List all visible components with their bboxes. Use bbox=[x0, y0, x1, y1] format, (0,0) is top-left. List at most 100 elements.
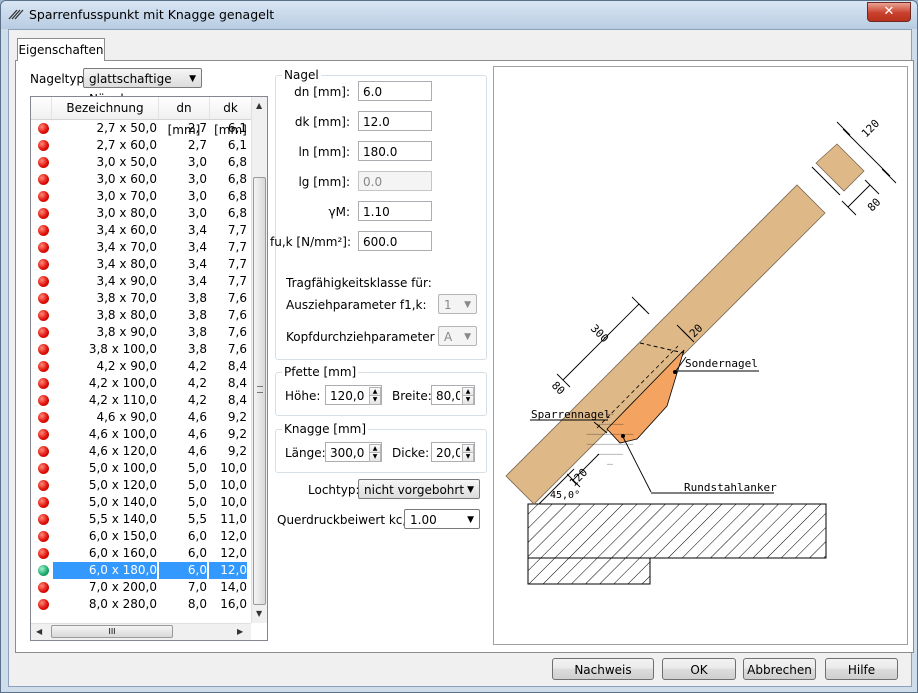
table-row[interactable]: 4,6 x 100,0 4,6 9,2 bbox=[31, 426, 251, 443]
spin-down-icon[interactable]: ▼ bbox=[369, 452, 381, 462]
close-button[interactable]: ✕ bbox=[867, 2, 911, 22]
vertical-scroll-thumb[interactable] bbox=[253, 177, 266, 605]
cell-dn: 3,8 bbox=[187, 342, 207, 356]
nagel-field-input[interactable]: 6.0 bbox=[358, 81, 432, 101]
table-row[interactable]: 5,5 x 140,0 5,5 11,0 bbox=[31, 511, 251, 528]
laenge-spinner[interactable]: ▲ ▼ bbox=[367, 442, 382, 462]
auszieh-select[interactable]: 1 ▼ bbox=[438, 294, 477, 314]
scroll-up-icon[interactable]: ▲ bbox=[256, 101, 262, 110]
table-row[interactable]: 5,0 x 100,0 5,0 10,0 bbox=[31, 460, 251, 477]
table-row[interactable]: 7,0 x 200,0 7,0 14,0 bbox=[31, 579, 251, 596]
horizontal-scroll-thumb[interactable]: III bbox=[51, 625, 173, 638]
scroll-right-icon[interactable]: ▶ bbox=[237, 627, 243, 636]
cell-dn: 3,8 bbox=[187, 308, 207, 322]
table-row[interactable]: 4,2 x 100,0 4,2 8,4 bbox=[31, 375, 251, 392]
status-dot-icon bbox=[38, 514, 49, 525]
cell-dn: 2,7 bbox=[187, 121, 207, 135]
hoehe-input[interactable]: 120,0 bbox=[325, 385, 368, 405]
table-row[interactable]: 3,4 x 90,0 3,4 7,7 bbox=[31, 273, 251, 290]
tab-eigenschaften[interactable]: Eigenschaften bbox=[17, 38, 105, 61]
hoehe-spinner[interactable]: ▲ ▼ bbox=[367, 385, 382, 405]
breite-input[interactable]: 80,0 bbox=[431, 385, 463, 405]
table-row[interactable]: 4,2 x 110,0 4,2 8,4 bbox=[31, 392, 251, 409]
vertical-scrollbar[interactable]: ▲ ▼ bbox=[251, 97, 267, 623]
table-row[interactable]: 8,0 x 280,0 8,0 16,0 bbox=[31, 596, 251, 613]
label-sondernagel: Sondernagel bbox=[685, 357, 758, 370]
breite-spinner[interactable]: ▲ ▼ bbox=[460, 385, 475, 405]
table-row[interactable]: 4,2 x 90,0 4,2 8,4 bbox=[31, 358, 251, 375]
cell-dn: 4,2 bbox=[187, 359, 207, 373]
title-bar[interactable]: Sparrenfusspunkt mit Knagge genagelt ✕ bbox=[1, 1, 917, 29]
status-dot-icon bbox=[38, 378, 49, 389]
cell-bezeichnung: 4,6 x 120,0 bbox=[88, 444, 157, 458]
table-row[interactable]: 3,0 x 80,0 3,0 6,8 bbox=[31, 205, 251, 222]
cell-dn: 5,0 bbox=[187, 495, 207, 509]
status-dot-icon bbox=[38, 582, 49, 593]
laenge-input[interactable]: 300,0 bbox=[325, 442, 368, 462]
cell-bezeichnung: 4,6 x 100,0 bbox=[88, 427, 157, 441]
table-row[interactable]: 6,0 x 150,0 6,0 12,0 bbox=[31, 528, 251, 545]
header-dk[interactable]: dk [mm] bbox=[210, 97, 251, 137]
nagel-field-input[interactable]: 12.0 bbox=[358, 111, 432, 131]
label-dim-80-top: 80 bbox=[865, 196, 884, 215]
table-row[interactable]: 3,0 x 50,0 3,0 6,8 bbox=[31, 154, 251, 171]
dicke-input[interactable]: 20,0 bbox=[431, 442, 463, 462]
table-row[interactable]: 3,8 x 100,0 3,8 7,6 bbox=[31, 341, 251, 358]
dicke-spinner[interactable]: ▲ ▼ bbox=[460, 442, 475, 462]
horizontal-scrollbar[interactable]: ◀ III ▶ bbox=[31, 623, 251, 640]
nagel-field-input[interactable]: 1.10 bbox=[358, 201, 432, 221]
table-row[interactable]: 3,4 x 60,0 3,4 7,7 bbox=[31, 222, 251, 239]
abbrechen-button[interactable]: Abbrechen bbox=[743, 658, 816, 680]
cell-dn: 4,2 bbox=[187, 393, 207, 407]
cell-dk: 6,8 bbox=[227, 155, 247, 169]
table-row[interactable]: 5,0 x 140,0 5,0 10,0 bbox=[31, 494, 251, 511]
table-row[interactable]: 2,7 x 50,0 2,7 6,1 bbox=[31, 120, 251, 137]
table-row[interactable]: 2,7 x 60,0 2,7 6,1 bbox=[31, 137, 251, 154]
table-row[interactable]: 4,6 x 90,0 4,6 9,2 bbox=[31, 409, 251, 426]
table-row[interactable]: 3,4 x 80,0 3,4 7,7 bbox=[31, 256, 251, 273]
spin-down-icon[interactable]: ▼ bbox=[369, 395, 381, 405]
kopf-select[interactable]: A ▼ bbox=[438, 326, 477, 346]
table-row[interactable]: 3,0 x 70,0 3,0 6,8 bbox=[31, 188, 251, 205]
table-row[interactable]: 3,4 x 70,0 3,4 7,7 bbox=[31, 239, 251, 256]
cell-dk: 9,2 bbox=[227, 410, 247, 424]
ok-button[interactable]: OK bbox=[662, 658, 736, 680]
cell-dk: 7,7 bbox=[227, 240, 247, 254]
querdruck-select[interactable]: 1.00 ▼ bbox=[404, 509, 480, 529]
nagel-field-input[interactable]: 180.0 bbox=[358, 141, 432, 161]
spin-down-icon[interactable]: ▼ bbox=[462, 395, 474, 405]
lochtyp-select[interactable]: nicht vorgebohrt ▼ bbox=[358, 479, 480, 499]
table-row[interactable]: 6,0 x 180,0 6,0 12,0 bbox=[31, 562, 251, 579]
nagel-field-input[interactable]: 0.0 bbox=[358, 171, 432, 191]
hoehe-label: Höhe: bbox=[285, 389, 321, 403]
status-dot-icon bbox=[38, 531, 49, 542]
nail-table[interactable]: Bezeichnung dn [mm] dk [mm] 2,7 x 50,0 2,… bbox=[30, 96, 268, 641]
table-row[interactable]: 5,0 x 120,0 5,0 10,0 bbox=[31, 477, 251, 494]
table-row[interactable]: 3,8 x 80,0 3,8 7,6 bbox=[31, 307, 251, 324]
cell-dn: 3,4 bbox=[187, 223, 207, 237]
chevron-down-icon: ▼ bbox=[464, 300, 471, 310]
auszieh-label: Ausziehparameter f1,k: bbox=[286, 298, 427, 312]
cell-bezeichnung: 3,8 x 90,0 bbox=[96, 325, 157, 339]
spin-down-icon[interactable]: ▼ bbox=[462, 452, 474, 462]
scroll-left-icon[interactable]: ◀ bbox=[36, 627, 42, 636]
nachweis-button[interactable]: Nachweis bbox=[552, 658, 654, 680]
table-row[interactable]: 4,6 x 120,0 4,6 9,2 bbox=[31, 443, 251, 460]
cell-dk: 7,6 bbox=[227, 308, 247, 322]
cell-dk: 7,6 bbox=[227, 342, 247, 356]
nageltyp-select[interactable]: glattschaftige Nägel ▼ bbox=[83, 68, 202, 106]
table-row[interactable]: 3,8 x 70,0 3,8 7,6 bbox=[31, 290, 251, 307]
hilfe-button[interactable]: Hilfe bbox=[825, 658, 898, 680]
cell-bezeichnung: 7,0 x 200,0 bbox=[88, 580, 157, 594]
table-row[interactable]: 3,8 x 90,0 3,8 7,6 bbox=[31, 324, 251, 341]
header-dn[interactable]: dn [mm] bbox=[159, 97, 210, 137]
klasse-title: Tragfähigkeitsklasse für: bbox=[286, 276, 432, 290]
scroll-down-icon[interactable]: ▼ bbox=[256, 609, 262, 618]
table-row[interactable]: 6,0 x 160,0 6,0 12,0 bbox=[31, 545, 251, 562]
cell-bezeichnung: 3,8 x 100,0 bbox=[88, 342, 157, 356]
querdruck-value: 1.00 bbox=[410, 513, 437, 527]
cell-dn: 3,0 bbox=[187, 172, 207, 186]
nagel-field-input[interactable]: 600.0 bbox=[358, 231, 432, 251]
table-row[interactable]: 3,0 x 60,0 3,0 6,8 bbox=[31, 171, 251, 188]
header-bezeichnung[interactable]: Bezeichnung bbox=[52, 97, 159, 119]
